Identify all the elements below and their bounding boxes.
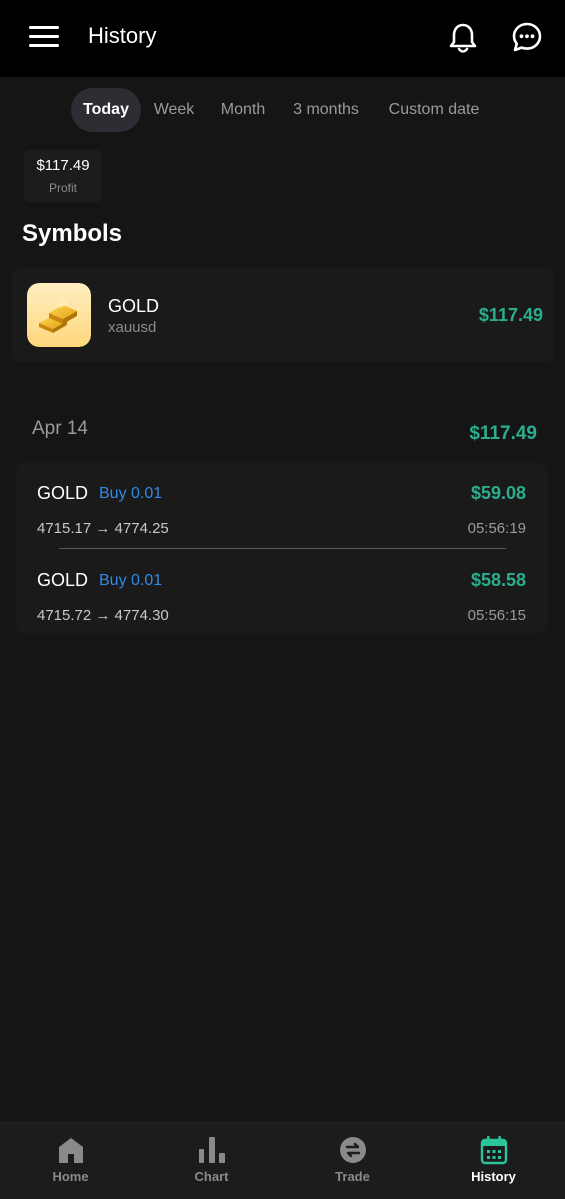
symbol-row-gold[interactable]: GOLD xauusd $117.49 [12, 268, 554, 362]
tab-3-months[interactable]: 3 months [284, 88, 368, 132]
page-title: History [88, 23, 157, 48]
profit-summary-card: $117.49 Profit [24, 150, 102, 202]
symbol-code: xauusd [108, 319, 157, 336]
trade-symbol: GOLD [37, 570, 89, 590]
trades-list: GOLD Buy 0.01 $59.08 4715.17 → 4774.25 0… [16, 463, 548, 633]
tab-week[interactable]: Week [146, 88, 202, 132]
trade-side: Buy 0.01 [99, 572, 163, 589]
tab-today[interactable]: Today [71, 88, 141, 132]
profit-label: Profit [48, 181, 77, 195]
top-app-bar: History [0, 0, 565, 77]
nav-label: History [471, 1169, 516, 1184]
trade-prices: 4715.17 → 4774.25 [37, 520, 169, 537]
calendar-icon [480, 1136, 508, 1165]
trade-time: 05:56:19 [467, 520, 526, 537]
home-icon [59, 1138, 83, 1163]
bar-chart-icon [199, 1137, 225, 1163]
trade-symbol: GOLD [37, 483, 89, 503]
trade-time: 05:56:15 [467, 607, 526, 624]
menu-icon[interactable] [29, 26, 59, 48]
chat-icon[interactable] [511, 21, 543, 53]
nav-label: Home [52, 1169, 89, 1184]
history-date-total: $117.49 [469, 423, 537, 444]
trade-prices: 4715.72 → 4774.30 [37, 607, 169, 624]
nav-chart[interactable]: Chart [141, 1121, 282, 1199]
gold-bars-icon [27, 283, 91, 347]
trade-profit: $58.58 [470, 570, 526, 590]
symbol-name: GOLD [108, 296, 160, 316]
profit-value: $117.49 [36, 157, 90, 174]
trade-side: Buy 0.01 [99, 485, 163, 502]
symbol-profit: $117.49 [478, 305, 543, 325]
symbols-heading: Symbols [22, 220, 123, 247]
trade-profit: $59.08 [470, 483, 526, 503]
nav-history[interactable]: History [423, 1121, 564, 1199]
tab-month[interactable]: Month [212, 88, 274, 132]
nav-trade[interactable]: Trade [282, 1121, 423, 1199]
bottom-navigation: Home Chart Trade History [0, 1121, 565, 1199]
nav-label: Trade [335, 1169, 370, 1184]
trade-divider [59, 548, 506, 549]
history-date: Apr 14 [32, 418, 88, 439]
nav-label: Chart [194, 1169, 229, 1184]
tab-custom-date[interactable]: Custom date [378, 88, 490, 132]
bell-icon[interactable] [447, 21, 479, 55]
trade-row[interactable]: GOLD Buy 0.01 $59.08 4715.17 → 4774.25 0… [16, 469, 548, 549]
exchange-icon [340, 1137, 366, 1163]
trade-row[interactable]: GOLD Buy 0.01 $58.58 4715.72 → 4774.30 0… [16, 556, 548, 636]
period-tabs: Today Week Month 3 months Custom date [0, 88, 565, 132]
nav-home[interactable]: Home [0, 1121, 141, 1199]
